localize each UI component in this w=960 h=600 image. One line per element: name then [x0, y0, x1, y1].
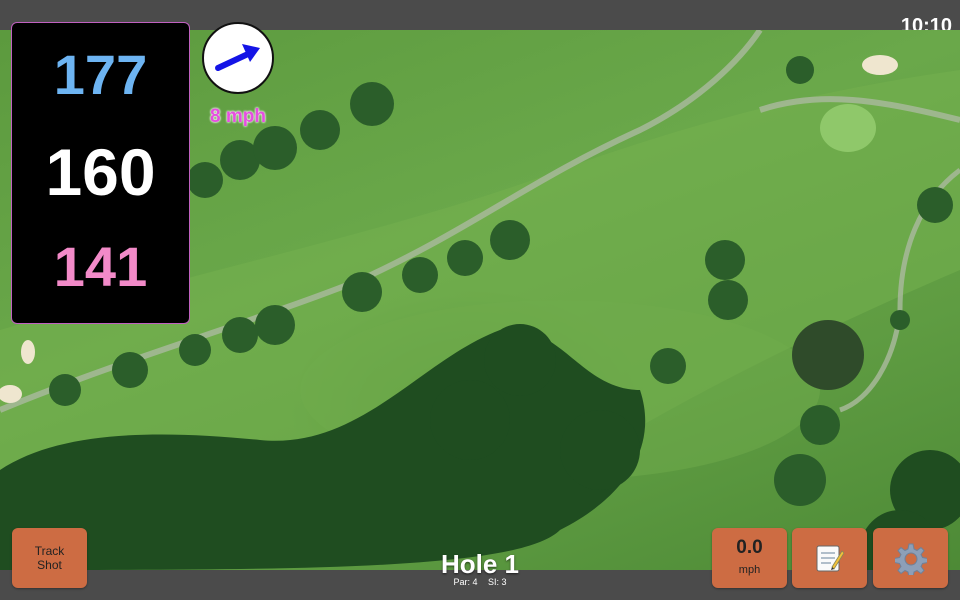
hole-stroke-index: SI: 3: [488, 577, 507, 587]
hole-title: Hole 1: [440, 549, 520, 579]
wind-indicator: [202, 22, 274, 94]
notepad-icon: [816, 545, 844, 572]
middle-distance: 160: [45, 135, 156, 209]
wind-arrow-icon: [215, 44, 260, 71]
track-shot-label: Track Shot: [34, 544, 65, 572]
speed-value: 0.0: [736, 537, 763, 558]
track-shot-button[interactable]: Track Shot: [12, 528, 87, 588]
distance-panel: 177 160 141: [11, 22, 190, 324]
settings-button[interactable]: [873, 528, 948, 588]
hole-par: Par: 4: [453, 577, 478, 587]
back-distance: 177: [53, 43, 148, 106]
speed-button[interactable]: 0.0 mph: [712, 528, 787, 588]
gear-icon: [895, 543, 927, 575]
wind-speed: 8 mph: [210, 106, 266, 127]
hole-meta: Par: 4 SI: 3: [380, 577, 580, 587]
speed-unit: mph: [738, 564, 761, 576]
notes-button[interactable]: [792, 528, 867, 588]
front-distance: 141: [53, 235, 148, 298]
